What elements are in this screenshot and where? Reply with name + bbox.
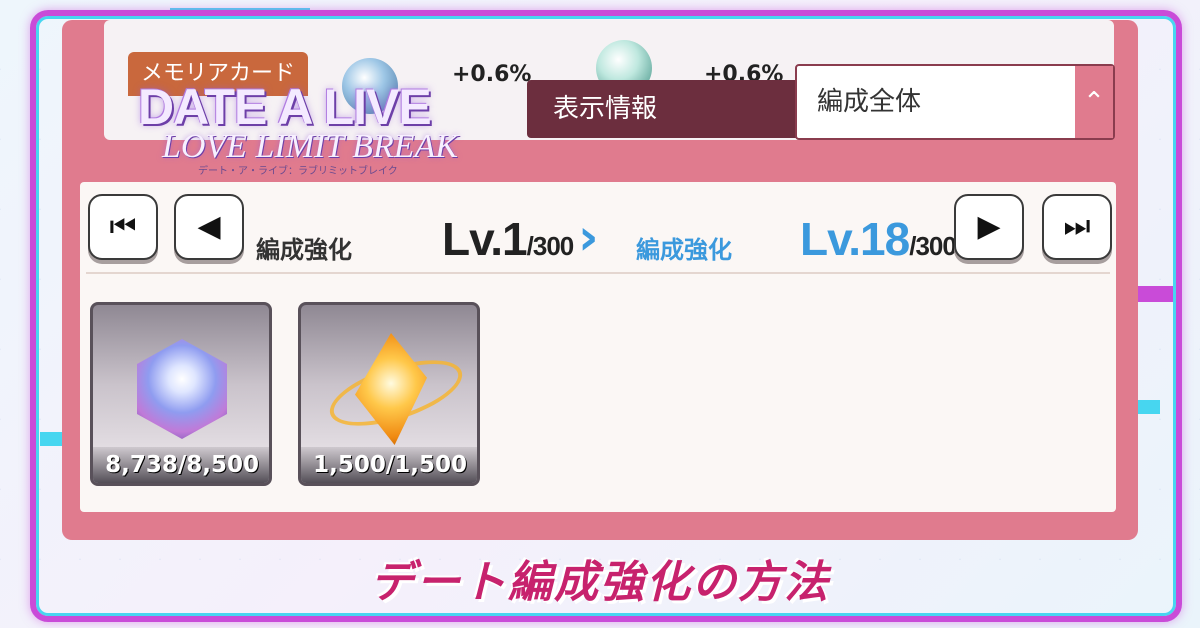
chevron-right-icon: ›	[578, 208, 599, 266]
material-item[interactable]: 1,500/1,500	[298, 302, 480, 486]
target-level: Lv.18/300	[800, 212, 957, 266]
first-page-button[interactable]: ⏮	[88, 194, 158, 260]
logo-sub-text: LOVE LIMIT BREAK	[162, 128, 458, 165]
material-count: 1,500/1,500	[301, 447, 477, 483]
dropdown-selected-value: 編成全体	[817, 87, 922, 117]
current-enhance-label: 編成強化	[256, 236, 352, 264]
current-level: Lv.1/300	[442, 212, 575, 266]
current-level-max: /300	[526, 231, 575, 261]
cube-material-icon	[137, 339, 227, 439]
display-info-dropdown[interactable]: 編成全体 ⌃	[795, 64, 1115, 140]
current-level-value: Lv.1	[442, 213, 528, 265]
divider	[86, 272, 1110, 274]
banner-title: デート編成強化の方法	[370, 557, 830, 608]
material-item[interactable]: 8,738/8,500	[90, 302, 272, 486]
last-page-button[interactable]: ⏭	[1042, 194, 1112, 260]
enhance-content: ⏮ ◀ 編成強化 Lv.1/300 › 編成強化 Lv.18/300 ▶ ⏭ 8…	[80, 182, 1116, 512]
title-banner: デート編成強化の方法	[0, 532, 1200, 628]
game-logo: DATE A LIVE LOVE LIMIT BREAK デート・ア・ライブ：ラ…	[138, 78, 458, 177]
next-button[interactable]: ▶	[954, 194, 1024, 260]
material-count: 8,738/8,500	[93, 447, 269, 483]
display-info-label: 表示情報	[527, 80, 797, 138]
target-level-value: Lv.18	[800, 213, 910, 265]
stat-value: +0.6%	[452, 62, 532, 87]
prev-button[interactable]: ◀	[174, 194, 244, 260]
target-level-max: /300	[909, 231, 957, 261]
crystal-material-icon	[355, 333, 427, 445]
chevron-up-icon[interactable]: ⌃	[1075, 66, 1113, 138]
target-enhance-label: 編成強化	[636, 236, 732, 264]
